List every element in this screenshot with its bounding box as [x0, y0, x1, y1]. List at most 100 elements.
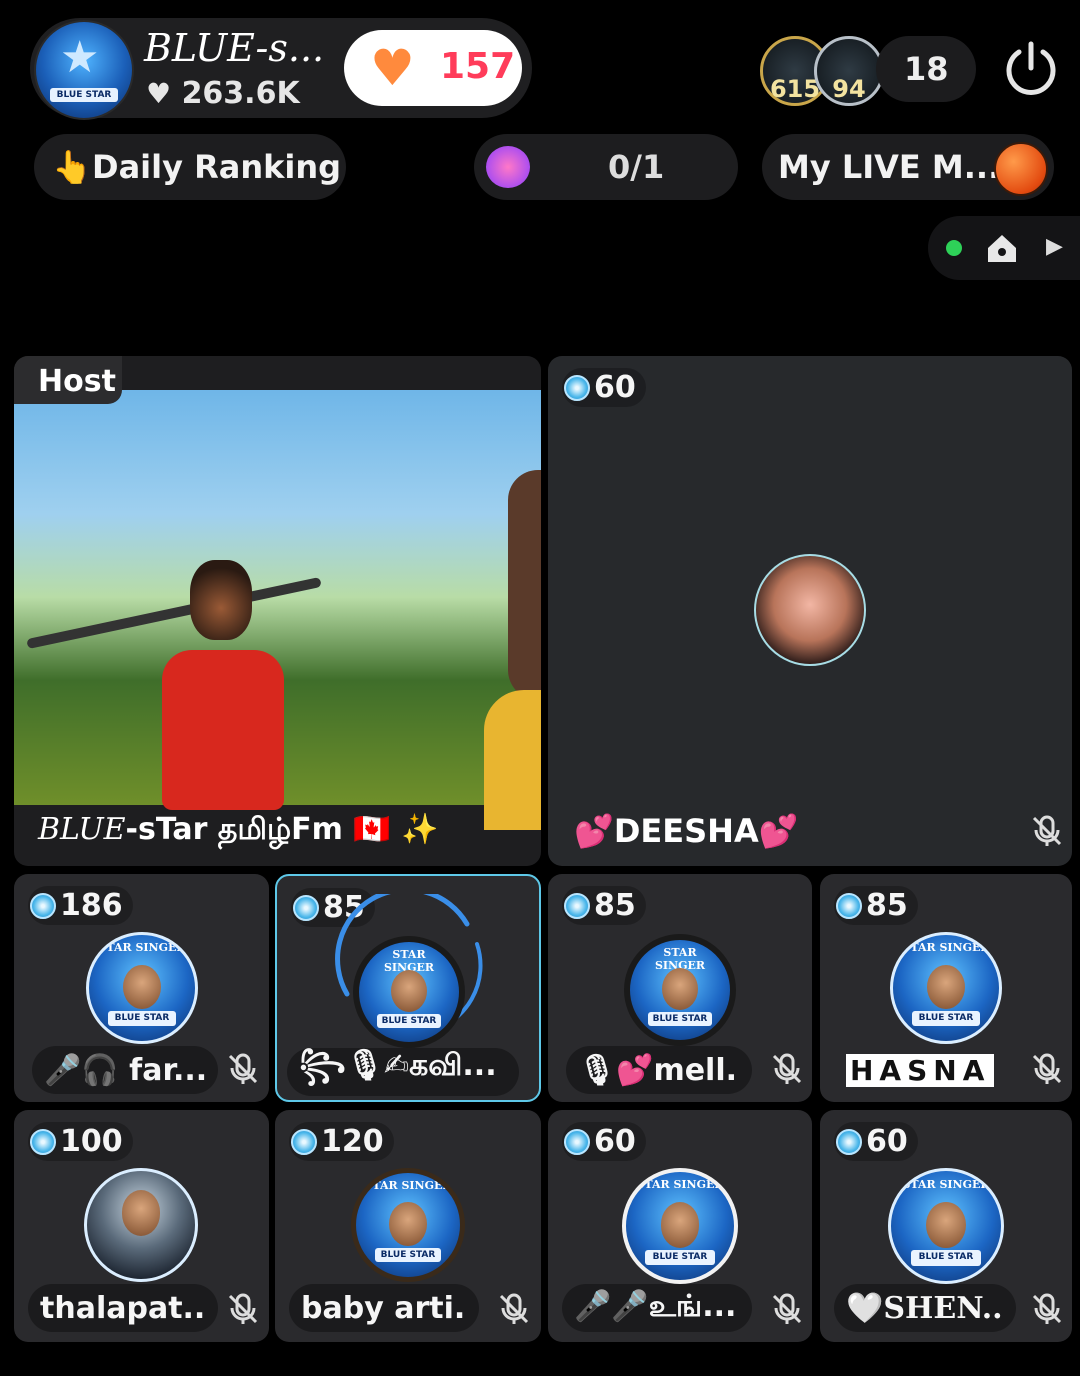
follow-button[interactable]: ♥ 157 — [344, 30, 522, 106]
guest-name: 🤍SHEN... — [846, 1290, 1004, 1326]
diamond-icon — [293, 894, 319, 921]
guest-name-pill: 🎤🎤உங்... — [562, 1284, 752, 1332]
diamond-icon — [30, 892, 56, 919]
task-progress: 0/1 — [608, 148, 665, 186]
daily-ranking-button[interactable]: 👆 Daily Ranking — [34, 134, 346, 200]
video-figure-shoulder — [484, 690, 541, 830]
diamond-icon — [291, 1128, 317, 1155]
heart-icon: ♥ — [370, 39, 415, 97]
guest-seat[interactable]: 85 STAR SINGERBLUE STAR 🎙💕mell... — [548, 874, 812, 1102]
viewer-badge: 94 — [832, 75, 866, 103]
host-room-title: BLUE-sTar தமிழ்Fm 🇨🇦 ✨ — [38, 812, 438, 851]
avatar-face — [389, 1202, 427, 1246]
guest-avatar[interactable]: STAR SINGER BLUE STAR — [353, 936, 465, 1048]
guest-seat-speaking[interactable]: 85 STAR SINGER BLUE STAR ꧂🎙✍கவி... — [275, 874, 541, 1102]
home-icon[interactable] — [984, 230, 1020, 266]
guest-name: 💕DEESHA💕 — [574, 812, 799, 850]
star-logo-icon: ★ — [60, 32, 100, 83]
avatar-badge: BLUE STAR — [912, 1011, 980, 1027]
avatar-badge: BLUE STAR — [50, 88, 118, 102]
level-value: 120 — [321, 1124, 384, 1159]
room-mini-controls[interactable]: ▶ — [928, 216, 1080, 280]
level-badge: 100 — [28, 1122, 133, 1161]
level-value: 60 — [866, 1124, 908, 1159]
heart-icon: ♥ — [146, 77, 172, 110]
ranking-label: Daily Ranking — [92, 148, 342, 186]
guest-seat[interactable]: 60 STAR SINGER BLUE STAR 🤍SHEN... — [820, 1110, 1072, 1342]
avatar-ring-text: STAR SINGER — [902, 941, 990, 955]
avatar-ring-text: STAR SINGER — [98, 941, 186, 955]
guest-seat[interactable]: 60 STAR SINGER BLUE STAR 🎤🎤உங்... — [548, 1110, 812, 1342]
guest-seat[interactable]: 120 STAR SINGER BLUE STAR baby arti... — [275, 1110, 541, 1342]
top-viewer-avatar[interactable]: 94 — [814, 36, 884, 106]
host-seat[interactable] — [14, 356, 541, 866]
avatar-face — [662, 968, 698, 1010]
mic-muted-icon — [1032, 1053, 1062, 1084]
level-value: 85 — [594, 888, 636, 923]
host-followers: ♥ 263.6K — [146, 76, 300, 111]
avatar-badge: BLUE STAR — [377, 1014, 441, 1028]
guest-seat[interactable]: 60 💕DEESHA💕 — [548, 356, 1072, 866]
guest-avatar[interactable] — [754, 554, 866, 666]
avatar-badge: BLUE STAR — [648, 1012, 712, 1026]
mic-muted-icon — [772, 1053, 802, 1084]
host-avatar[interactable]: ★ BLUE STAR — [34, 20, 134, 120]
viewer-count: 18 — [904, 50, 949, 88]
host-followers-value: 263.6K — [181, 76, 300, 111]
diamond-icon — [564, 892, 590, 919]
expand-arrow-icon[interactable]: ▶ — [1046, 234, 1063, 259]
level-badge: 85 — [834, 886, 918, 925]
video-pole — [26, 576, 322, 650]
mic-muted-icon — [772, 1293, 802, 1324]
guest-seat[interactable]: 186 STAR SINGER BLUE STAR 🎤🎧 far... — [14, 874, 269, 1102]
level-value: 60 — [594, 1124, 636, 1159]
guest-name-pill: 🎤🎧 far... — [32, 1046, 218, 1094]
guest-avatar[interactable]: STAR SINGER BLUE STAR — [890, 932, 1002, 1044]
guest-avatar[interactable]: STAR SINGER BLUE STAR — [351, 1168, 465, 1282]
avatar-face — [391, 970, 427, 1012]
video-figure-head — [190, 560, 252, 640]
my-live-label: My LIVE M... — [778, 148, 1001, 186]
guest-avatar[interactable]: STAR SINGER BLUE STAR — [622, 1168, 738, 1284]
avatar-ring-text: STAR SINGER — [636, 1178, 724, 1192]
follow-count: 157 — [440, 46, 516, 87]
guest-avatar[interactable]: STAR SINGER BLUE STAR — [888, 1168, 1004, 1284]
guest-avatar[interactable]: STAR SINGER BLUE STAR — [86, 932, 198, 1044]
mic-muted-icon — [1032, 1293, 1062, 1324]
hand-icon: 👆 — [52, 148, 92, 186]
my-live-button[interactable]: My LIVE M... — [762, 134, 1054, 200]
guest-name-pill: 🤍SHEN... — [834, 1284, 1016, 1332]
mic-muted-icon — [228, 1053, 258, 1084]
host-tag-label: Host — [38, 364, 116, 399]
guest-avatar[interactable] — [84, 1168, 198, 1282]
host-title-rest: -sTar தமிழ்Fm 🇨🇦 ✨ — [125, 812, 439, 847]
level-value: 100 — [60, 1124, 123, 1159]
avatar-face — [660, 1202, 700, 1248]
guest-name: 🎤🎤உங்... — [574, 1288, 737, 1324]
avatar-ring-text: STAR SINGER — [902, 1177, 990, 1191]
level-badge: 60 — [562, 1122, 646, 1161]
host-title-prefix: BLUE — [38, 812, 126, 847]
video-figure-body — [162, 650, 284, 810]
mic-muted-icon — [499, 1293, 529, 1324]
guest-name: HASNA — [846, 1053, 995, 1087]
guest-name: thalapat... — [40, 1290, 206, 1326]
level-badge: 60 — [562, 368, 646, 407]
guest-avatar[interactable]: STAR SINGER BLUE STAR — [624, 934, 736, 1046]
avatar-face — [121, 1190, 161, 1236]
diamond-icon — [564, 374, 590, 401]
guest-seat[interactable]: 85 STAR SINGER BLUE STAR HASNA — [820, 874, 1072, 1102]
guest-name-pill: baby arti... — [289, 1284, 479, 1332]
viewer-count-pill[interactable]: 18 — [876, 36, 976, 102]
guest-seat[interactable]: 100 thalapat... — [14, 1110, 269, 1342]
basketball-icon — [994, 142, 1048, 196]
level-value: 60 — [594, 370, 636, 405]
power-icon[interactable] — [1002, 40, 1060, 98]
viewer-list[interactable]: 615 94 18 — [760, 36, 976, 106]
guest-name: 🎤🎧 far... — [44, 1052, 206, 1088]
mic-muted-icon — [228, 1293, 258, 1324]
task-progress-button[interactable]: 0/1 — [474, 134, 738, 200]
diamond-icon — [836, 892, 862, 919]
avatar-face — [926, 1201, 966, 1248]
guest-name: baby arti... — [301, 1290, 467, 1326]
